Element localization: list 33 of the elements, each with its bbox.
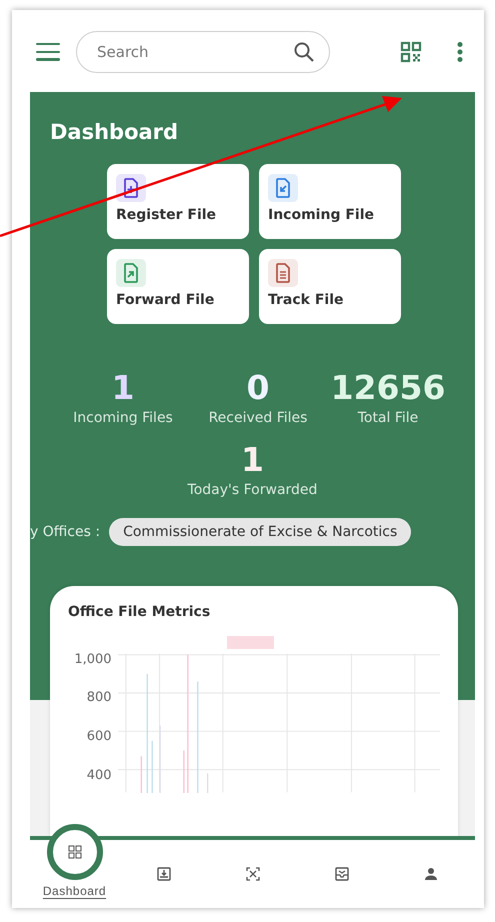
offices-label: y Offices : xyxy=(30,524,100,540)
axis-label: 600 xyxy=(86,730,112,746)
person-icon xyxy=(424,867,438,882)
dashboard-title: Dashboard xyxy=(50,120,180,144)
stat-label: Today's Forwarded xyxy=(188,482,318,498)
inbox-icon xyxy=(334,867,348,882)
scan-icon xyxy=(246,867,260,882)
axis-label: 400 xyxy=(86,768,112,785)
stat-label: Incoming Files xyxy=(72,410,174,426)
axis-label: 800 xyxy=(86,691,112,708)
stat-label: Total File xyxy=(356,410,420,426)
grid-icon xyxy=(68,845,82,860)
stat-value: 1 xyxy=(241,440,264,480)
qr-code-icon[interactable] xyxy=(400,40,422,63)
search-bar[interactable]: Search xyxy=(76,30,330,73)
more-options-icon[interactable] xyxy=(456,40,464,63)
stat-value: 12656 xyxy=(330,368,446,408)
nav-tab[interactable]: Dashboard xyxy=(30,824,119,908)
menu-button[interactable] xyxy=(36,42,60,61)
legend-swatch xyxy=(227,636,274,649)
download-icon xyxy=(156,867,170,882)
office-chip[interactable]: Commissionerate of Excise & Narcotics xyxy=(109,518,412,546)
search-input[interactable]: Search xyxy=(95,42,293,62)
search-icon xyxy=(293,40,315,63)
axis-label: 1,000 xyxy=(74,652,112,669)
chart-title: Office File Metrics xyxy=(68,604,212,620)
stat-value: 0 xyxy=(246,368,270,408)
stat-label: Received Files xyxy=(208,410,308,426)
action-tile[interactable]: Register File xyxy=(107,164,249,239)
action-tile[interactable]: Track File xyxy=(259,248,401,324)
action-tile[interactable]: Forward File xyxy=(107,248,249,324)
action-tile[interactable]: Incoming File xyxy=(259,164,401,239)
stat-value: 1 xyxy=(110,368,136,408)
